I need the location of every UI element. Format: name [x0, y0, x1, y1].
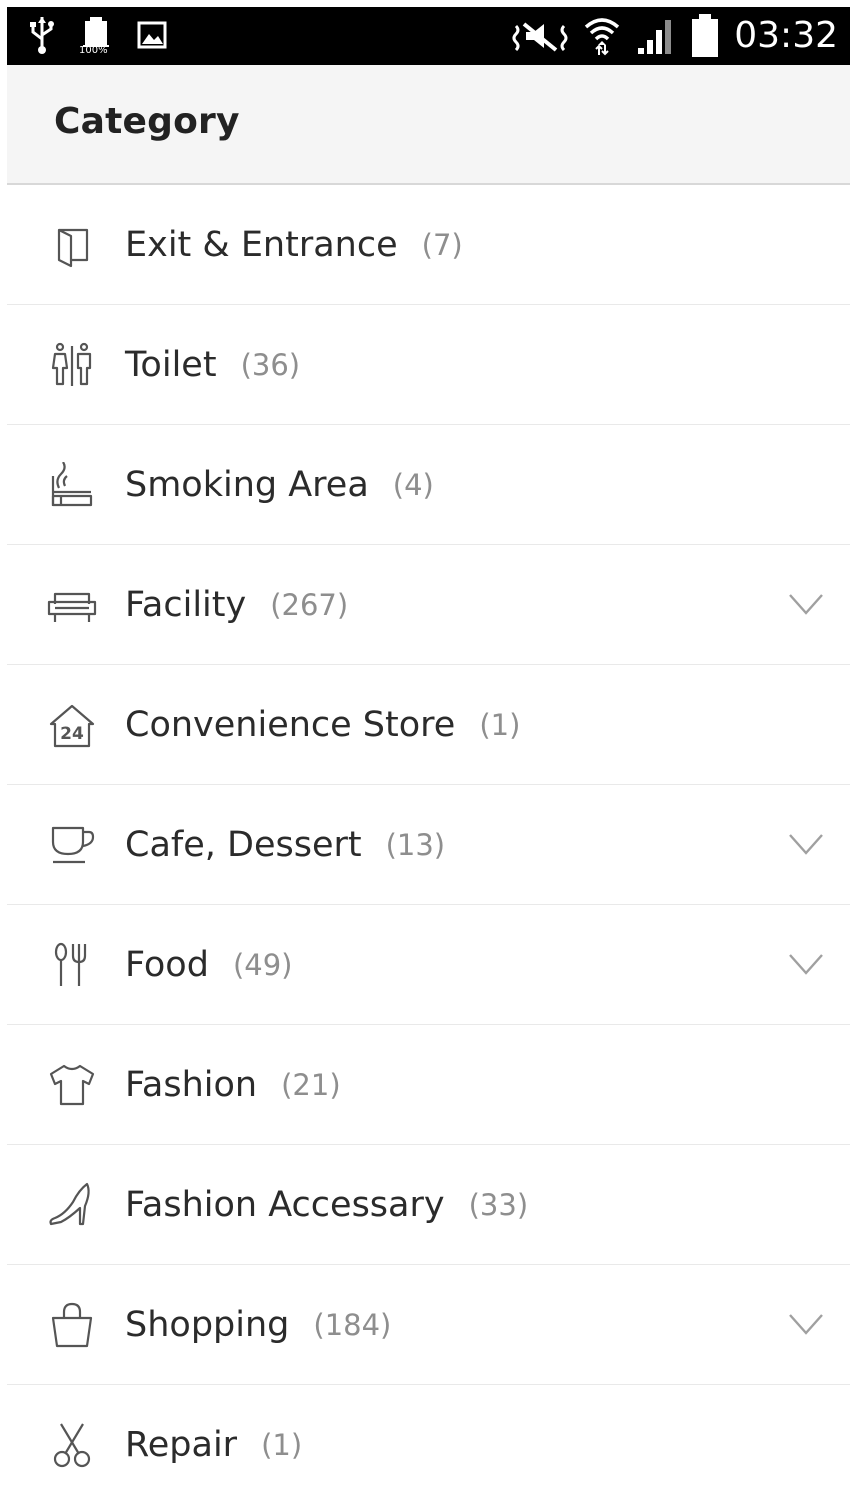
- category-count: (49): [232, 947, 293, 982]
- category-count: (1): [479, 707, 521, 742]
- category-item-toilet[interactable]: Toilet (36): [7, 305, 850, 425]
- image-icon: [137, 20, 167, 50]
- signal-icon: [636, 16, 676, 56]
- category-count: (33): [468, 1187, 529, 1222]
- category-count: (1): [261, 1427, 303, 1462]
- category-item-shopping[interactable]: Shopping (184): [7, 1265, 850, 1385]
- category-label: Facility: [125, 584, 247, 625]
- shopping-bag-icon: [47, 1302, 97, 1348]
- chevron-down-icon[interactable]: [788, 829, 824, 859]
- category-list: Exit & Entrance (7) Toilet (36) Smoking …: [7, 185, 850, 1495]
- category-count: (267): [270, 587, 349, 622]
- chevron-down-icon[interactable]: [788, 1309, 824, 1339]
- status-time: 03:32: [734, 15, 838, 56]
- category-label: Exit & Entrance: [125, 224, 398, 265]
- scissors-icon: [47, 1422, 97, 1468]
- wifi-icon: [582, 15, 622, 57]
- battery-icon: [690, 13, 720, 59]
- category-item-fashion-accessary[interactable]: Fashion Accessary (33): [7, 1145, 850, 1265]
- chevron-down-icon[interactable]: [788, 589, 824, 619]
- high-heel-icon: [47, 1182, 97, 1228]
- page-title: Category: [54, 101, 240, 142]
- category-item-food[interactable]: Food (49): [7, 905, 850, 1025]
- category-label: Cafe, Dessert: [125, 824, 362, 865]
- category-item-convenience-store[interactable]: 24 Convenience Store (1): [7, 665, 850, 785]
- status-bar: 100% 03:32: [7, 7, 850, 65]
- category-count: (13): [385, 827, 446, 862]
- category-item-fashion[interactable]: Fashion (21): [7, 1025, 850, 1145]
- category-label: Repair: [125, 1424, 238, 1465]
- category-item-repair[interactable]: Repair (1): [7, 1385, 850, 1495]
- store-24-icon: 24: [47, 702, 97, 748]
- category-label: Convenience Store: [125, 704, 456, 745]
- category-count: (7): [421, 227, 463, 262]
- smoking-icon: [47, 462, 97, 508]
- category-label: Shopping: [125, 1304, 290, 1345]
- status-bar-left: 100%: [29, 15, 167, 56]
- category-label: Fashion Accessary: [125, 1184, 445, 1225]
- sofa-icon: [47, 582, 97, 628]
- svg-text:24: 24: [60, 724, 84, 744]
- app-frame: 100% 03:32 Category Exit & Entrance (7) …: [7, 7, 850, 1495]
- category-item-facility[interactable]: Facility (267): [7, 545, 850, 665]
- category-item-cafe-dessert[interactable]: Cafe, Dessert (13): [7, 785, 850, 905]
- cup-icon: [47, 822, 97, 868]
- door-icon: [47, 222, 97, 268]
- category-item-exit-entrance[interactable]: Exit & Entrance (7): [7, 185, 850, 305]
- page-header: Category: [7, 65, 850, 185]
- status-bar-right: 03:32: [512, 13, 838, 59]
- usb-icon: [29, 15, 55, 55]
- category-label: Smoking Area: [125, 464, 369, 505]
- chevron-down-icon[interactable]: [788, 949, 824, 979]
- battery-storage-icon: 100%: [79, 17, 111, 56]
- mute-vibrate-icon: [512, 18, 568, 54]
- fork-knife-icon: [47, 942, 97, 988]
- category-count: (184): [313, 1307, 392, 1342]
- toilet-icon: [47, 342, 97, 388]
- category-label: Toilet: [125, 344, 217, 385]
- category-count: (36): [240, 347, 301, 382]
- battery-percent-label: 100%: [79, 45, 108, 56]
- category-item-smoking-area[interactable]: Smoking Area (4): [7, 425, 850, 545]
- category-label: Food: [125, 944, 209, 985]
- category-label: Fashion: [125, 1064, 258, 1105]
- category-count: (4): [392, 467, 434, 502]
- shirt-icon: [47, 1062, 97, 1108]
- category-count: (21): [281, 1067, 341, 1102]
